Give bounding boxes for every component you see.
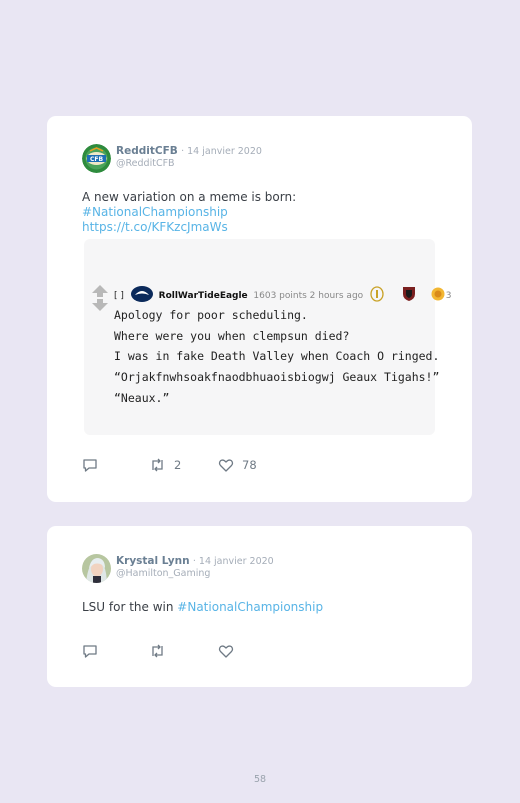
avatar[interactable]: [82, 554, 111, 583]
reddit-username: RollWarTideEagle: [158, 291, 248, 301]
retweet-icon: [152, 644, 163, 658]
page-number: 58: [253, 774, 267, 785]
profile-photo-icon: [82, 554, 111, 583]
like-button[interactable]: [218, 643, 234, 659]
reddit-comment-header: [ ] RollWarTideEagle 1603 points 2 hours…: [114, 286, 452, 302]
hashtag-link[interactable]: #NationalChampionship: [82, 205, 228, 219]
reply-button[interactable]: [82, 643, 98, 659]
reply-icon: [83, 459, 97, 472]
tweet-card: CFB RedditCFB · 14 janvier 2020 @RedditC…: [47, 116, 472, 502]
reddit-meta: 1603 points 2 hours ago: [253, 291, 364, 301]
tweet-body: A new variation on a meme is born:: [82, 190, 297, 204]
collapse-bracket: [ ]: [114, 291, 124, 301]
author-handle[interactable]: @Hamilton_Gaming: [116, 568, 210, 579]
avatar[interactable]: CFB: [82, 144, 111, 173]
cfb-logo-icon: CFB: [82, 144, 111, 173]
penn-state-flair-icon: [130, 286, 153, 302]
tweet-text: LSU for the win #NationalChampionship: [82, 600, 442, 615]
shield-flair-icon: [402, 287, 415, 301]
reply-icon: [83, 645, 97, 658]
reply-button[interactable]: [82, 457, 98, 473]
author-name[interactable]: RedditCFB: [116, 145, 178, 157]
comment-line: I was in fake Death Valley when Coach O …: [114, 349, 440, 364]
retweet-button[interactable]: 2: [149, 457, 181, 473]
tweet-date[interactable]: · 14 janvier 2020: [181, 146, 262, 157]
tweet-date[interactable]: · 14 janvier 2020: [193, 556, 274, 567]
vote-arrows-icon: [92, 285, 108, 311]
retweet-button[interactable]: [149, 643, 166, 659]
tweet-text: A new variation on a meme is born: #Nati…: [82, 190, 442, 235]
like-button[interactable]: 78: [218, 457, 257, 473]
heart-icon: [218, 459, 234, 472]
comment-line: “Orjakfnwhsoakfnaodbhuaoisbiogwj Geaux T…: [114, 370, 440, 385]
award-count: 3: [445, 291, 452, 301]
trophy-flair-icon: [370, 286, 384, 302]
comment-line: Where were you when clempsun died?: [114, 328, 350, 343]
comment-line: “Neaux.”: [114, 390, 170, 405]
author-name[interactable]: Krystal Lynn: [116, 555, 190, 567]
author-handle[interactable]: @RedditCFB: [116, 158, 175, 169]
retweet-count: 2: [174, 458, 182, 472]
svg-text:CFB: CFB: [90, 156, 104, 163]
tweet-body: LSU for the win: [82, 600, 178, 614]
embedded-image[interactable]: [ ] RollWarTideEagle 1603 points 2 hours…: [84, 239, 452, 435]
retweet-icon: [152, 458, 163, 472]
award-icon: [431, 287, 445, 301]
hashtag-link[interactable]: #NationalChampionship: [177, 600, 323, 614]
tweet-actions: 2 78: [82, 457, 282, 473]
reddit-comment-body: Apology for poor scheduling. Where were …: [114, 305, 439, 409]
author-line: Krystal Lynn · 14 janvier 2020: [116, 555, 274, 567]
tweet-card: Krystal Lynn · 14 janvier 2020 @Hamilton…: [47, 526, 472, 687]
heart-icon: [218, 645, 234, 658]
tweet-actions: [82, 643, 282, 659]
tweet-url-link[interactable]: https://t.co/KFKzcJmaWs: [82, 220, 228, 234]
author-line: RedditCFB · 14 janvier 2020: [116, 145, 262, 157]
comment-line: Apology for poor scheduling.: [114, 308, 308, 322]
like-count: 78: [242, 458, 257, 472]
